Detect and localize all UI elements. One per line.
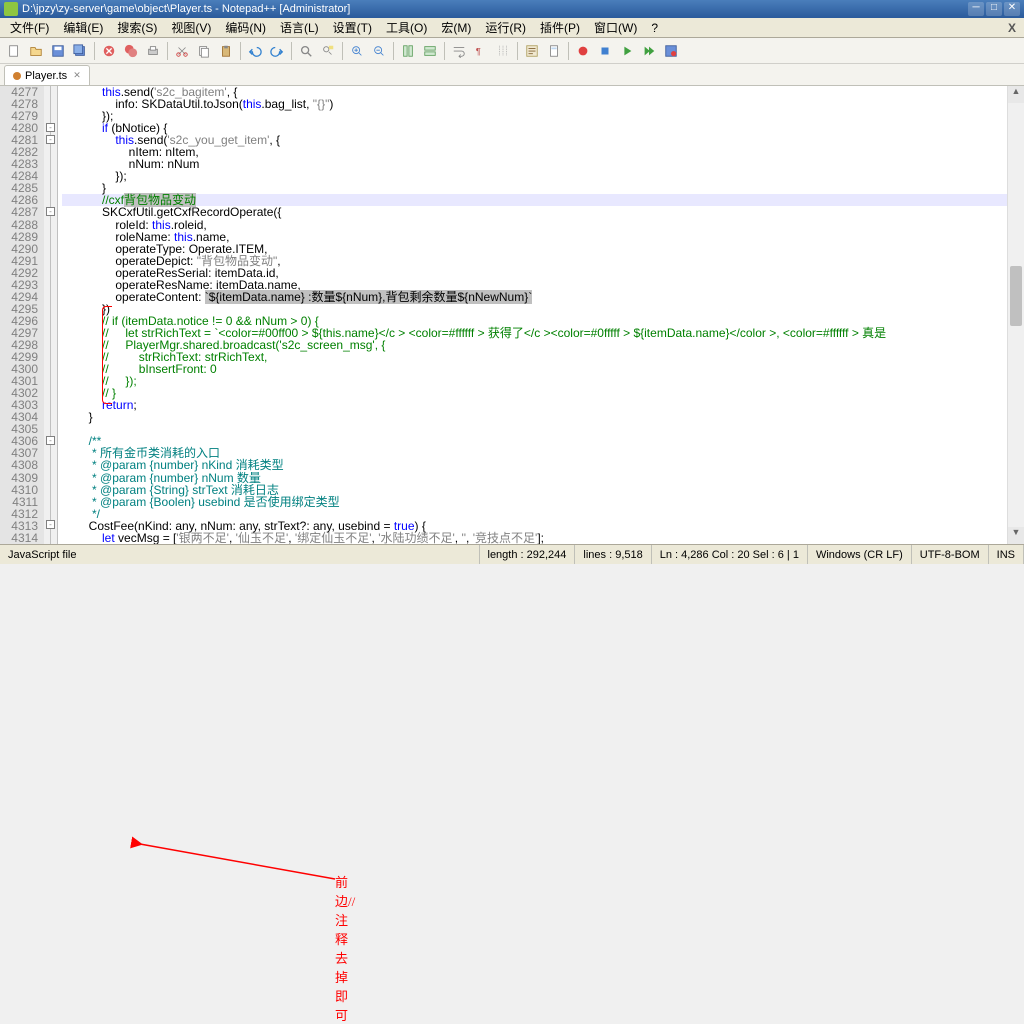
fold-box-icon[interactable]: - — [46, 123, 55, 132]
status-position: Ln : 4,286 Col : 20 Sel : 6 | 1 — [652, 545, 808, 564]
status-length: length : 292,244 — [480, 545, 576, 564]
save-macro-icon[interactable] — [661, 41, 681, 61]
zoom-in-icon[interactable] — [347, 41, 367, 61]
tabbar: Player.ts ✕ — [0, 64, 1024, 86]
menubar: 文件(F) 编辑(E) 搜索(S) 视图(V) 编码(N) 语言(L) 设置(T… — [0, 18, 1024, 38]
close-icon[interactable] — [99, 41, 119, 61]
status-lines: lines : 9,518 — [575, 545, 651, 564]
menu-settings[interactable]: 设置(T) — [327, 17, 378, 38]
statusbar: JavaScript file length : 292,244 lines :… — [0, 544, 1024, 564]
fold-box-icon[interactable]: - — [46, 135, 55, 144]
scroll-down-icon[interactable]: ▼ — [1008, 527, 1024, 544]
menu-view[interactable]: 视图(V) — [165, 17, 217, 38]
menu-language[interactable]: 语言(L) — [274, 17, 325, 38]
menu-file[interactable]: 文件(F) — [4, 17, 55, 38]
show-all-icon[interactable]: ¶ — [471, 41, 491, 61]
new-file-icon[interactable] — [4, 41, 24, 61]
tab-close-icon[interactable]: ✕ — [73, 70, 81, 81]
menu-edit[interactable]: 编辑(E) — [57, 17, 109, 38]
function-list-icon[interactable] — [522, 41, 542, 61]
modified-dot-icon — [13, 72, 21, 80]
print-icon[interactable] — [143, 41, 163, 61]
status-insert-mode[interactable]: INS — [989, 545, 1024, 564]
tab-player-ts[interactable]: Player.ts ✕ — [4, 65, 90, 85]
play-multi-icon[interactable] — [639, 41, 659, 61]
undo-icon[interactable] — [245, 41, 265, 61]
fold-gutter[interactable]: - - - - - — [44, 86, 58, 544]
close-doc-button[interactable]: X — [1004, 21, 1020, 35]
scroll-up-icon[interactable]: ▲ — [1008, 86, 1024, 103]
menu-run[interactable]: 运行(R) — [479, 17, 532, 38]
close-all-icon[interactable] — [121, 41, 141, 61]
sync-v-icon[interactable] — [398, 41, 418, 61]
sync-h-icon[interactable] — [420, 41, 440, 61]
status-language: JavaScript file — [0, 545, 480, 564]
fold-box-icon[interactable]: - — [46, 520, 55, 529]
vertical-scrollbar[interactable]: ▲ ▼ — [1007, 86, 1024, 544]
code-editor[interactable]: this.send('s2c_bagitem', { info: SKDataU… — [58, 86, 1024, 544]
fold-box-icon[interactable]: - — [46, 436, 55, 445]
menu-window[interactable]: 窗口(W) — [588, 17, 643, 38]
stop-macro-icon[interactable] — [595, 41, 615, 61]
zoom-out-icon[interactable] — [369, 41, 389, 61]
redo-icon[interactable] — [267, 41, 287, 61]
annotation-text: 前边//注释去掉即可 — [335, 872, 355, 1024]
open-file-icon[interactable] — [26, 41, 46, 61]
fold-box-icon[interactable]: - — [46, 207, 55, 216]
menu-plugins[interactable]: 插件(P) — [534, 17, 586, 38]
menu-encoding[interactable]: 编码(N) — [219, 17, 272, 38]
wordwrap-icon[interactable] — [449, 41, 469, 61]
menu-tools[interactable]: 工具(O) — [380, 17, 433, 38]
toolbar: ¶ — [0, 38, 1024, 64]
scroll-thumb[interactable] — [1010, 266, 1022, 326]
play-macro-icon[interactable] — [617, 41, 637, 61]
status-encoding[interactable]: UTF-8-BOM — [912, 545, 989, 564]
find-icon[interactable] — [296, 41, 316, 61]
maximize-button[interactable]: □ — [986, 2, 1002, 16]
menu-search[interactable]: 搜索(S) — [111, 17, 163, 38]
app-icon — [4, 2, 18, 16]
tab-label: Player.ts — [25, 70, 67, 82]
status-eol[interactable]: Windows (CR LF) — [808, 545, 912, 564]
doc-map-icon[interactable] — [544, 41, 564, 61]
indent-guide-icon[interactable] — [493, 41, 513, 61]
save-icon[interactable] — [48, 41, 68, 61]
menu-macro[interactable]: 宏(M) — [435, 17, 477, 38]
line-number-gutter: 4277427842794280428142824283428442854286… — [0, 86, 44, 544]
copy-icon[interactable] — [194, 41, 214, 61]
replace-icon[interactable] — [318, 41, 338, 61]
titlebar: D:\jpzy\zy-server\game\object\Player.ts … — [0, 0, 1024, 18]
svg-text:¶: ¶ — [476, 46, 481, 57]
minimize-button[interactable]: ─ — [968, 2, 984, 16]
menu-help[interactable]: ? — [645, 19, 664, 37]
paste-icon[interactable] — [216, 41, 236, 61]
record-macro-icon[interactable] — [573, 41, 593, 61]
window-title: D:\jpzy\zy-server\game\object\Player.ts … — [22, 3, 968, 15]
cut-icon[interactable] — [172, 41, 192, 61]
save-all-icon[interactable] — [70, 41, 90, 61]
editor-area: 4277427842794280428142824283428442854286… — [0, 86, 1024, 544]
close-button[interactable]: ✕ — [1004, 2, 1020, 16]
